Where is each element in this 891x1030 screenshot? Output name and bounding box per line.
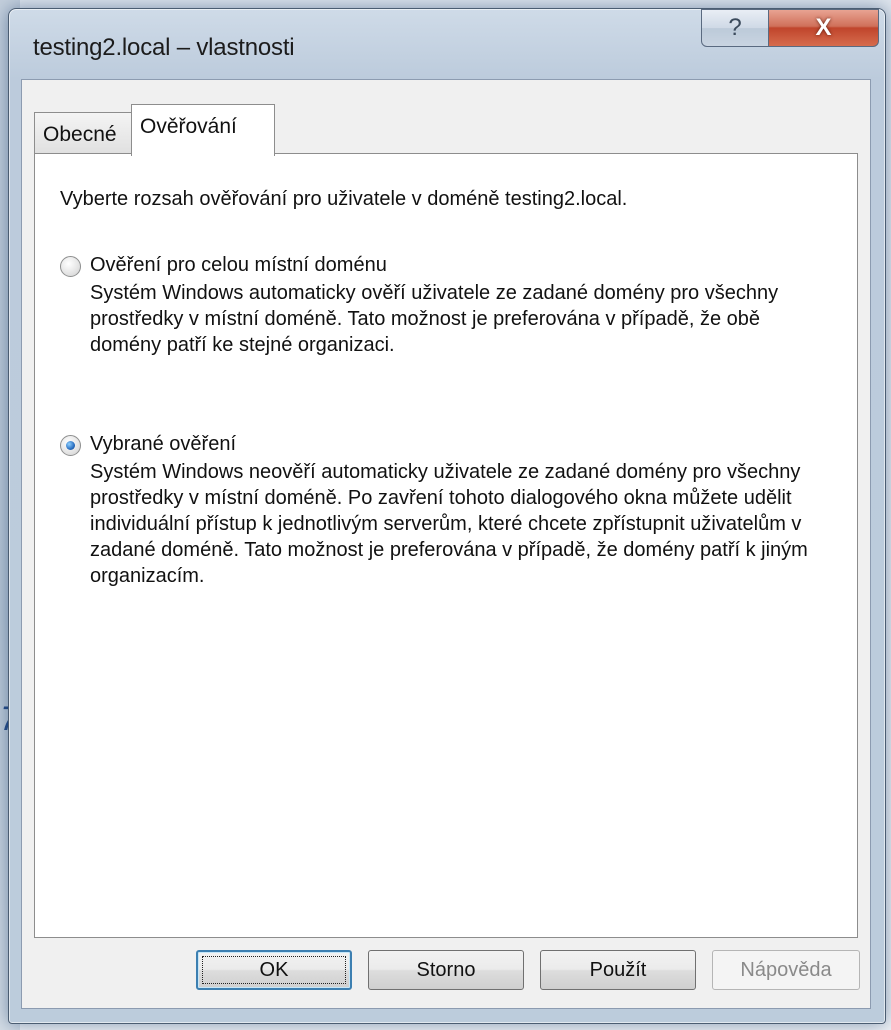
help-button[interactable]: Nápověda — [712, 950, 860, 990]
close-icon[interactable]: X — [769, 9, 879, 47]
properties-dialog: testing2.local – vlastnosti ? X Obecné O… — [8, 8, 886, 1024]
caption-buttons: ? X — [701, 9, 879, 49]
help-icon[interactable]: ? — [701, 9, 769, 47]
cancel-button[interactable]: Storno — [368, 950, 524, 990]
option-domain-wide-description: Systém Windows automaticky ověří uživate… — [90, 282, 779, 356]
intro-text: Vyberte rozsah ověřování pro uživatele v… — [60, 188, 628, 210]
option-domain-wide-label[interactable]: Ověření pro celou místní doménu — [90, 254, 387, 277]
ok-button[interactable]: OK — [196, 950, 352, 990]
title-bar[interactable]: testing2.local – vlastnosti ? X — [9, 9, 885, 79]
focus-rectangle — [202, 956, 346, 984]
dialog-client-area: Obecné Ověřování Vyberte rozsah ověřován… — [21, 79, 871, 1009]
tab-panel-authentication: Vyberte rozsah ověřování pro uživatele v… — [34, 153, 858, 938]
tab-general[interactable]: Obecné — [34, 112, 132, 154]
window-title: testing2.local – vlastnosti — [33, 34, 295, 61]
radio-domain-wide[interactable] — [60, 256, 81, 277]
apply-button[interactable]: Použít — [540, 950, 696, 990]
option-selective-description: Systém Windows neověří automaticky uživa… — [90, 461, 808, 587]
tab-authentication[interactable]: Ověřování — [131, 104, 275, 156]
radio-selective[interactable] — [60, 435, 81, 456]
option-selective-label[interactable]: Vybrané ověření — [90, 433, 236, 456]
